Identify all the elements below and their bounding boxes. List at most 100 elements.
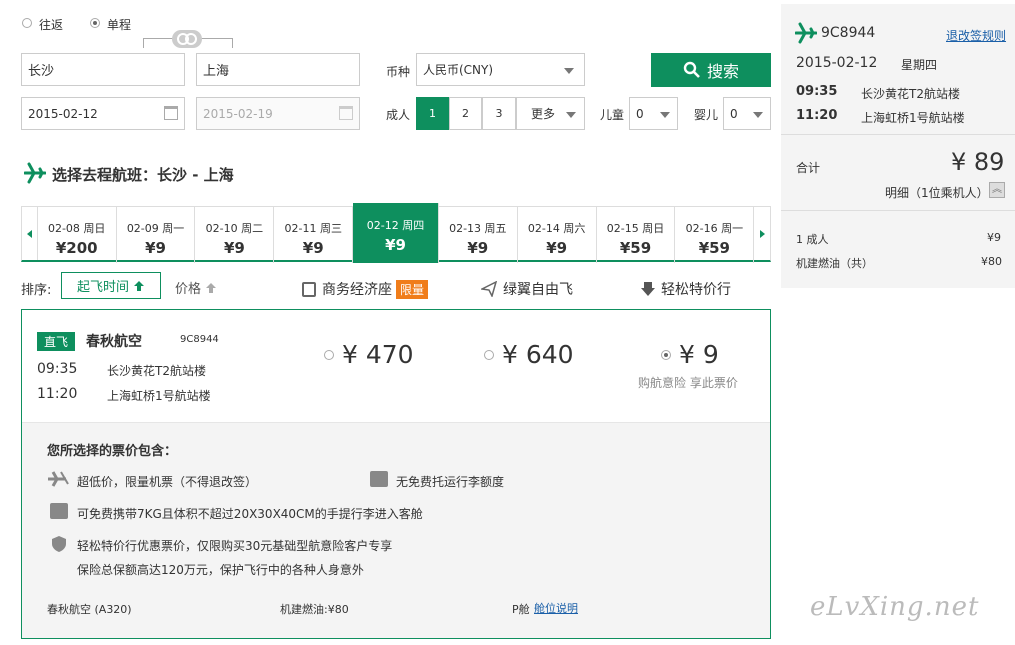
fuel-label: 机建燃油（共） xyxy=(796,257,873,270)
fare-column-special: 轻松特价行 xyxy=(641,279,731,299)
date-tab[interactable]: 02-08 周日 ¥200 xyxy=(38,207,117,263)
flight-number: 9C8944 xyxy=(180,334,219,345)
seat-icon xyxy=(302,281,316,297)
arrow-up-icon xyxy=(206,282,217,293)
child-value: 0 xyxy=(636,106,644,121)
fare-column-label: 绿翼自由飞 xyxy=(503,282,573,298)
sort-by-time-button[interactable]: 起飞时间 xyxy=(61,272,161,299)
date-strip: 02-08 周日 ¥200 02-09 周一 ¥9 02-10 周二 ¥9 02-11… xyxy=(21,203,771,263)
chevron-down-icon xyxy=(566,112,576,118)
search-button-label: 搜索 xyxy=(706,62,739,81)
to-city-input[interactable]: 上海 xyxy=(196,53,360,86)
fuel-value: ¥80 xyxy=(981,255,1002,268)
detail-item: 超低价，限量机票（不得退改签） xyxy=(77,475,258,489)
from-city-input[interactable]: 长沙 xyxy=(21,53,185,86)
calendar-icon xyxy=(164,106,178,120)
adult-option-1[interactable]: 1 xyxy=(416,97,449,130)
bag-icon xyxy=(50,503,68,519)
fare-radio-special[interactable] xyxy=(661,350,671,360)
watermark: eLvXing.net xyxy=(810,592,980,622)
date-tab[interactable]: 02-13 周五 ¥9 xyxy=(439,207,518,263)
fare-column-green: 绿翼自由飞 xyxy=(481,279,573,299)
adult-fare-label: 1 成人 xyxy=(796,233,829,246)
adult-option-3[interactable]: 3 xyxy=(482,97,516,130)
sort-price-label: 价格 xyxy=(175,282,202,297)
depart-date-input[interactable]: 2015-02-12 xyxy=(21,97,185,130)
flight-card: 直飞 春秋航空 9C8944 09:35 长沙黄花T2航站楼 11:20 上海虹… xyxy=(21,309,771,639)
departure-time: 09:35 xyxy=(37,361,78,377)
shield-icon xyxy=(52,536,66,552)
detail-item: 无免费托运行李额度 xyxy=(396,475,505,489)
fare-column-label: 轻松特价行 xyxy=(661,282,731,298)
search-button[interactable]: 搜索 xyxy=(651,53,771,87)
sort-time-label: 起飞时间 xyxy=(76,280,129,295)
oneway-label: 单程 xyxy=(107,18,132,32)
summary-flight-number: 9C8944 xyxy=(821,25,876,41)
roundtrip-label: 往返 xyxy=(39,18,64,32)
summary-weekday: 星期四 xyxy=(901,58,938,72)
adult-option-label: 3 xyxy=(495,107,503,120)
fare-radio-business[interactable] xyxy=(324,350,334,360)
plane-icon xyxy=(795,22,817,44)
fare-column-business: 商务经济座 限量 xyxy=(302,279,429,299)
cabin-info-link[interactable]: 舱位说明 xyxy=(534,600,578,616)
limited-badge: 限量 xyxy=(396,279,429,299)
order-summary: 9C8944 退改签规则 2015-02-12 星期四 09:35 长沙黄花T2… xyxy=(781,4,1015,288)
date-tab-selected[interactable]: 02-12 周四 ¥9 xyxy=(353,203,439,263)
detail-item: 可免费携带7KG且体积不超过20X30X40CM的手提行李进入客舱 xyxy=(77,507,423,521)
collapse-icon[interactable]: ︽ xyxy=(989,182,1005,198)
detail-item: 轻松特价行优惠票价，仅限购买30元基础型航意险客户专享 xyxy=(77,539,393,553)
date-tab[interactable]: 02-15 周日 ¥59 xyxy=(597,207,676,263)
prev-dates-button[interactable] xyxy=(22,207,38,260)
fare-price-business: ¥ 470 xyxy=(342,340,414,369)
next-dates-button[interactable] xyxy=(754,207,770,260)
departure-airport: 长沙黄花T2航站楼 xyxy=(107,364,206,378)
infant-label: 婴儿 xyxy=(694,108,719,122)
arrival-time: 11:20 xyxy=(37,386,78,402)
adult-label: 成人 xyxy=(386,108,411,122)
date-tab[interactable]: 02-09 周一 ¥9 xyxy=(117,207,196,263)
to-city-value: 上海 xyxy=(203,64,230,79)
adult-option-2[interactable]: 2 xyxy=(449,97,482,130)
summary-arrival-time: 11:20 xyxy=(796,108,838,123)
return-date-input[interactable]: 2015-02-19 xyxy=(196,97,360,130)
currency-select[interactable]: 人民币(CNY) xyxy=(416,53,585,86)
refund-rules-link[interactable]: 退改签规则 xyxy=(946,27,1006,44)
summary-date: 2015-02-12 xyxy=(796,55,878,71)
chevron-left-icon xyxy=(26,229,32,238)
plane-icon xyxy=(24,162,46,184)
chevron-right-icon xyxy=(759,229,765,238)
fare-details: 您所选择的票价包含： 超低价，限量机票（不得退改签） 无免费托运行李额度 可免费… xyxy=(22,422,770,638)
total-label: 合计 xyxy=(796,161,821,175)
summary-arrival-airport: 上海虹桥1号航站楼 xyxy=(861,111,965,125)
return-date-value: 2015-02-19 xyxy=(203,106,273,121)
more-label: 更多 xyxy=(531,107,556,121)
oneway-radio[interactable] xyxy=(90,18,100,28)
chevron-down-icon xyxy=(564,68,574,74)
date-tab[interactable]: 02-11 周三 ¥9 xyxy=(274,207,354,263)
infant-select[interactable]: 0 xyxy=(723,97,771,130)
from-city-value: 长沙 xyxy=(28,64,55,79)
roundtrip-radio[interactable] xyxy=(22,18,32,28)
divider xyxy=(781,210,1015,211)
date-tab[interactable]: 02-16 周一 ¥59 xyxy=(675,207,755,263)
detail-toggle-label[interactable]: 明细（1位乘机人） xyxy=(885,184,989,201)
fare-radio-green[interactable] xyxy=(484,350,494,360)
summary-departure-time: 09:35 xyxy=(796,84,838,99)
summary-departure-airport: 长沙黄花T2航站楼 xyxy=(861,87,960,101)
total-price: ¥ 89 xyxy=(951,148,1005,176)
sort-label: 排序: xyxy=(21,283,52,298)
depart-date-value: 2015-02-12 xyxy=(28,106,98,121)
section-title: 选择去程航班：长沙 - 上海 xyxy=(52,166,234,184)
fare-column-label: 商务经济座 xyxy=(322,282,392,298)
arrow-up-icon xyxy=(134,280,144,291)
airline-name: 春秋航空 xyxy=(86,334,142,350)
adult-more-select[interactable]: 更多 xyxy=(516,97,585,130)
date-tab[interactable]: 02-14 周六 ¥9 xyxy=(518,207,597,263)
date-tab[interactable]: 02-10 周二 ¥9 xyxy=(195,207,275,263)
child-select[interactable]: 0 xyxy=(629,97,678,130)
chevron-down-icon xyxy=(753,112,763,118)
chevron-down-icon xyxy=(660,112,670,118)
swap-icon[interactable] xyxy=(172,30,202,48)
sort-by-price-button[interactable]: 价格 xyxy=(175,278,217,297)
